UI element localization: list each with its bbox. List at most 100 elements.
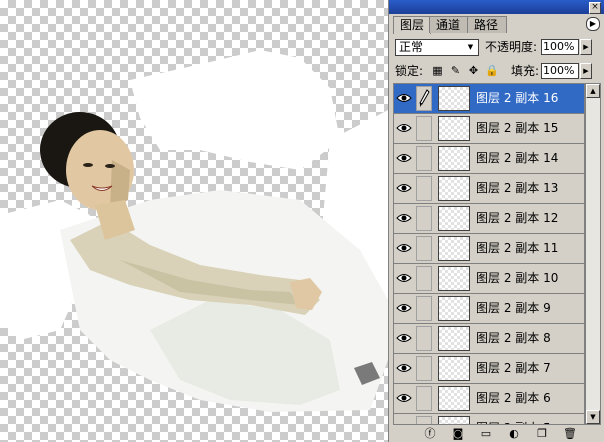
eye-left: [83, 163, 93, 167]
new-layer-icon[interactable]: ❐: [535, 427, 549, 441]
eye-right: [105, 164, 115, 168]
lock-image-brush-icon[interactable]: ✎: [449, 64, 462, 77]
layer-row[interactable]: 图层 2 副本 12: [394, 204, 584, 234]
eye-icon[interactable]: [396, 151, 412, 165]
trash-icon[interactable]: 🗑: [563, 427, 577, 441]
layer-thumbnail[interactable]: [438, 146, 470, 171]
layer-name: 图层 2 副本 13: [476, 181, 559, 195]
link-cell[interactable]: [416, 326, 432, 351]
opacity-input[interactable]: 100%: [541, 39, 579, 55]
brush-icon[interactable]: [416, 86, 432, 111]
eye-icon[interactable]: [396, 301, 412, 315]
layer-name: 图层 2 副本 12: [476, 211, 559, 225]
layer-thumbnail[interactable]: [438, 236, 470, 261]
palette-titlebar[interactable]: ×: [389, 0, 604, 14]
lock-transparent-icon[interactable]: ▦: [431, 64, 444, 77]
link-cell[interactable]: [416, 416, 432, 424]
scroll-down-icon[interactable]: ▼: [586, 410, 600, 424]
layer-name: 图层 2 副本 11: [476, 241, 559, 255]
layer-row[interactable]: 图层 2 副本 11: [394, 234, 584, 264]
palette-bottom-bar: ⓕ ◙ ▭ ◐ ❐ 🗑: [393, 426, 601, 442]
layer-thumbnail[interactable]: [438, 326, 470, 351]
layer-thumbnail[interactable]: [438, 296, 470, 321]
scroll-up-icon[interactable]: ▲: [586, 84, 600, 98]
blend-options-row: 正常 ▼ 不透明度: 100% ▶: [393, 38, 601, 58]
layer-thumbnail[interactable]: [438, 206, 470, 231]
adjustment-layer-icon[interactable]: ◐: [507, 427, 521, 441]
tab-layers[interactable]: 图层: [393, 16, 431, 34]
layer-thumbnail[interactable]: [438, 176, 470, 201]
layer-name: 图层 2 副本 15: [476, 121, 559, 135]
tab-paths[interactable]: 路径: [467, 16, 507, 33]
layer-thumbnail[interactable]: [438, 356, 470, 381]
link-cell[interactable]: [416, 386, 432, 411]
link-cell[interactable]: [416, 296, 432, 321]
link-cell[interactable]: [416, 206, 432, 231]
layers-scrollbar[interactable]: ▲ ▼: [585, 83, 601, 425]
eye-icon[interactable]: [396, 121, 412, 135]
link-cell[interactable]: [416, 356, 432, 381]
close-icon[interactable]: ×: [589, 2, 601, 14]
lock-label: 锁定:: [395, 64, 424, 78]
layer-name: 图层 2 副本 10: [476, 271, 559, 285]
eye-icon[interactable]: [396, 331, 412, 345]
link-cell[interactable]: [416, 176, 432, 201]
layer-name: 图层 2 副本 5: [476, 421, 551, 424]
layer-row[interactable]: 图层 2 副本 16: [394, 84, 584, 114]
layer-name: 图层 2 副本 8: [476, 331, 551, 345]
fill-input[interactable]: 100%: [541, 63, 579, 79]
link-cell[interactable]: [416, 116, 432, 141]
layer-style-icon[interactable]: ⓕ: [423, 427, 437, 441]
layers-palette: × 图层 通道 路径 ▶ 正常 ▼ 不透明度: 100% ▶ 锁定: ▦ ✎ ✥…: [388, 0, 604, 442]
layer-row[interactable]: 图层 2 副本 5: [394, 414, 584, 425]
layer-row[interactable]: 图层 2 副本 9: [394, 294, 584, 324]
layer-thumbnail[interactable]: [438, 266, 470, 291]
layer-name: 图层 2 副本 16: [476, 91, 559, 105]
eye-icon[interactable]: [396, 421, 412, 425]
tab-channels[interactable]: 通道: [429, 16, 469, 33]
layer-row[interactable]: 图层 2 副本 15: [394, 114, 584, 144]
lock-options-row: 锁定: ▦ ✎ ✥ 🔒 填充: 100% ▶: [393, 61, 601, 81]
new-set-icon[interactable]: ▭: [479, 427, 493, 441]
photo-bride: [0, 50, 388, 412]
layer-name: 图层 2 副本 14: [476, 151, 559, 165]
link-cell[interactable]: [416, 146, 432, 171]
layer-thumbnail[interactable]: [438, 86, 470, 111]
eye-icon[interactable]: [396, 271, 412, 285]
blend-mode-value: 正常: [399, 40, 424, 54]
layer-thumbnail[interactable]: [438, 416, 470, 424]
eye-icon[interactable]: [396, 211, 412, 225]
fill-label: 填充:: [511, 64, 540, 78]
fill-slider-arrow-icon[interactable]: ▶: [580, 63, 592, 79]
mask-icon[interactable]: ◙: [451, 427, 465, 441]
layer-thumbnail[interactable]: [438, 386, 470, 411]
layers-list: 图层 2 副本 16 图层 2 副本 15 图层 2 副本 14 图层 2 副本 13…: [393, 83, 585, 425]
eye-icon[interactable]: [396, 241, 412, 255]
image-canvas[interactable]: [0, 0, 388, 442]
layer-row[interactable]: 图层 2 副本 13: [394, 174, 584, 204]
link-cell[interactable]: [416, 266, 432, 291]
eye-icon[interactable]: [396, 181, 412, 195]
layer-row[interactable]: 图层 2 副本 14: [394, 144, 584, 174]
palette-tabs: 图层 通道 路径: [393, 16, 599, 34]
layer-row[interactable]: 图层 2 副本 6: [394, 384, 584, 414]
lock-position-move-icon[interactable]: ✥: [467, 64, 480, 77]
layer-row[interactable]: 图层 2 副本 7: [394, 354, 584, 384]
layer-name: 图层 2 副本 9: [476, 301, 551, 315]
opacity-label: 不透明度:: [485, 40, 538, 54]
layer-row[interactable]: 图层 2 副本 8: [394, 324, 584, 354]
eye-icon[interactable]: [396, 391, 412, 405]
palette-menu-arrow-icon[interactable]: ▶: [586, 17, 600, 31]
layer-name: 图层 2 副本 7: [476, 361, 551, 375]
link-cell[interactable]: [416, 236, 432, 261]
chevron-down-icon: ▼: [467, 43, 474, 51]
blend-mode-select[interactable]: 正常 ▼: [395, 39, 479, 56]
layer-row[interactable]: 图层 2 副本 10: [394, 264, 584, 294]
eye-icon[interactable]: [396, 361, 412, 375]
lock-all-padlock-icon[interactable]: 🔒: [485, 64, 499, 77]
eye-icon[interactable]: [396, 91, 412, 105]
layer-name: 图层 2 副本 6: [476, 391, 551, 405]
opacity-slider-arrow-icon[interactable]: ▶: [580, 39, 592, 55]
cutout-top: [130, 50, 340, 170]
layer-thumbnail[interactable]: [438, 116, 470, 141]
